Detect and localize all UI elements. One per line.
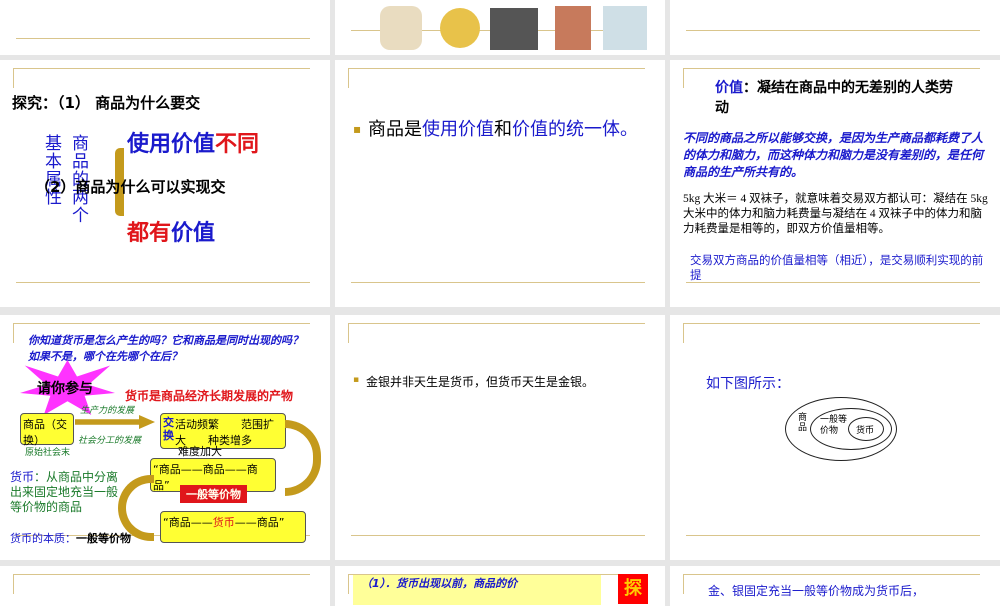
- television-image: [490, 8, 538, 50]
- slide-thumbnail[interactable]: 如下图所示： 商品 一般等价物 货币: [670, 315, 1000, 560]
- money-definition: 货币：从商品中分离出来固定地充当一般等价物的商品: [10, 470, 119, 514]
- essence-text: 货币的本质：一般等价物: [10, 532, 131, 545]
- slide-thumbnail[interactable]: 探究：（1） 商品为什么要交 基本属性 商品的两个 （2）商品为什么可以实现交 …: [0, 60, 330, 307]
- curved-arrow-icon: [285, 420, 321, 496]
- bullet-icon: ▪: [353, 122, 362, 136]
- value-definition: 价值：凝结在商品中的无差别的人类劳动: [715, 80, 953, 116]
- rice-cooker-image: [380, 6, 422, 50]
- paragraph: 不同的商品之所以能够交换，是因为生产商品都耗费了人的体力和脑力，而这种体力和脑力…: [683, 131, 984, 179]
- example-text: 5kg 大米＝ 4 双袜子，就意味着交易双方都认可：凝结在 5kg 大米中的体力…: [683, 193, 988, 235]
- food-packages-image: [555, 6, 591, 50]
- use-value-line: 使用价值不同: [127, 132, 260, 157]
- commodity-box: 商品（交换）: [20, 413, 74, 447]
- equivalent-label: 一般等价物: [180, 485, 247, 503]
- slide-thumbnail[interactable]: [670, 0, 1000, 55]
- bullet-text: 商品是使用价值和价值的统一体。: [368, 119, 638, 140]
- question-text: 你知道货币是怎么产生的吗？它和商品是同时出现的吗？如果不是，哪个在先哪个在后？: [28, 334, 303, 363]
- slide-thumbnail[interactable]: ▪ 金银并非天生是货币，但货币天生是金银。: [335, 315, 665, 560]
- bullet-text: 金银并非天生是货币，但货币天生是金银。: [366, 375, 595, 389]
- inner-label: 货币: [856, 426, 875, 436]
- slide-text: （1）．货币出现以前，商品的价: [353, 575, 601, 605]
- slide-thumbnail[interactable]: [0, 0, 330, 55]
- money-box: “商品——货币——商品”: [160, 511, 306, 543]
- exchange-extra: 难度加大: [178, 445, 222, 458]
- middle-label: 一般等价物: [820, 415, 848, 436]
- box1-note: 原始社会末: [25, 448, 71, 458]
- teapot-image: [440, 8, 480, 48]
- slide-thumbnail[interactable]: 金、银固定充当一般等价物成为货币后，: [670, 566, 1000, 606]
- note-text: 交易双方商品的价值量相等（相近），是交易顺利实现的前提: [690, 253, 984, 282]
- value-line: 都有价值: [127, 221, 216, 246]
- slide-text: 金、银固定充当一般等价物成为货币后，: [708, 584, 925, 598]
- bullet-icon: ▪: [353, 375, 360, 385]
- slide-thumbnail[interactable]: （1）．货币出现以前，商品的价 探: [335, 566, 665, 606]
- intro-text: 如下图所示：: [706, 376, 790, 392]
- slide-thumbnail[interactable]: 你知道货币是怎么产生的吗？它和商品是同时出现的吗？如果不是，哪个在先哪个在后？ …: [0, 315, 330, 560]
- arrow-right-icon: [75, 415, 155, 429]
- slide-thumbnail[interactable]: 价值：凝结在商品中的无差别的人类劳动 不同的商品之所以能够交换，是因为生产商品都…: [670, 60, 1000, 307]
- origin-text: 货币是商品经济长期发展的产物: [125, 389, 294, 403]
- slide-thumbnail[interactable]: ▪ 商品是使用价值和价值的统一体。: [335, 60, 665, 307]
- juicer-image: [603, 6, 647, 50]
- slide-thumbnail[interactable]: [0, 566, 330, 606]
- arrow-top-label: 生产力的发展: [80, 406, 135, 416]
- question-2: （2）商品为什么可以实现交: [35, 178, 226, 196]
- slide-title: 探究：（1） 商品为什么要交: [12, 94, 201, 112]
- slide-thumbnail[interactable]: [335, 0, 665, 55]
- arrow-bottom-label: 社会分工的发展: [78, 436, 142, 446]
- outer-label: 商品: [798, 413, 808, 433]
- participate-label: 请你参与: [37, 381, 93, 397]
